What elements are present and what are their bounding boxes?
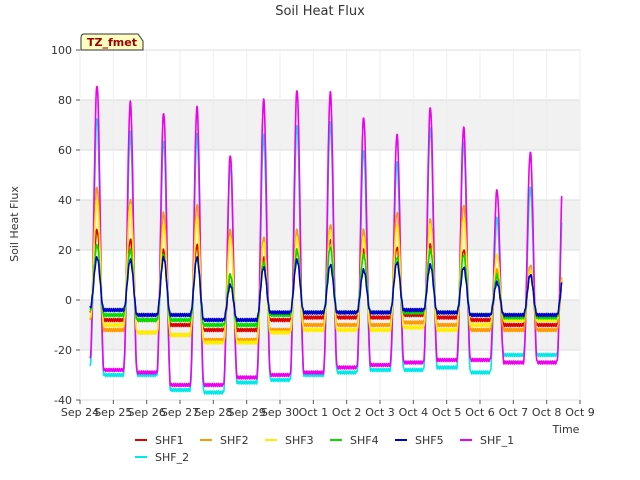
x-tick-label: Oct 3: [365, 406, 395, 419]
annotation-label: TZ_fmet: [87, 36, 137, 49]
legend: SHF1 SHF2 SHF3 SHF4 SHF5 SHF_1 SHF_2: [135, 434, 514, 464]
y-tick-label: 60: [58, 144, 72, 157]
y-tick-label: 80: [58, 94, 72, 107]
legend-label: SHF3: [285, 434, 314, 447]
y-tick-label: 40: [58, 194, 72, 207]
x-tick-label: Oct 9: [565, 406, 595, 419]
y-tick-label: 100: [51, 44, 72, 57]
x-tick-label: Oct 1: [299, 406, 329, 419]
x-tick-label: Oct 7: [499, 406, 529, 419]
chart-title: Soil Heat Flux: [275, 4, 365, 19]
y-tick-label: 0: [65, 294, 72, 307]
annotation-box: TZ_fmet: [80, 33, 144, 51]
legend-label: SHF_2: [155, 451, 189, 464]
y-axis-ticks: -40-20020406080100: [51, 44, 80, 407]
y-axis-label: Soil Heat Flux: [8, 186, 21, 262]
y-tick-label: 20: [58, 244, 72, 257]
legend-label: SHF2: [220, 434, 249, 447]
x-tick-label: Oct 4: [399, 406, 429, 419]
x-tick-label: Oct 6: [465, 406, 495, 419]
x-axis-label: Time: [552, 423, 580, 436]
x-tick-label: Oct 8: [532, 406, 562, 419]
y-tick-label: -20: [54, 344, 72, 357]
x-tick-label: Sep 30: [261, 406, 299, 419]
x-tick-label: Oct 2: [332, 406, 362, 419]
soil-heat-flux-chart: -40-20020406080100 Sep 24Sep 25Sep 26Sep…: [8, 4, 595, 464]
legend-label: SHF1: [155, 434, 184, 447]
x-axis-ticks: Sep 24Sep 25Sep 26Sep 27Sep 28Sep 29Sep …: [61, 400, 595, 419]
legend-label: SHF_1: [480, 434, 514, 447]
legend-label: SHF5: [415, 434, 444, 447]
legend-label: SHF4: [350, 434, 379, 447]
x-tick-label: Oct 5: [432, 406, 462, 419]
